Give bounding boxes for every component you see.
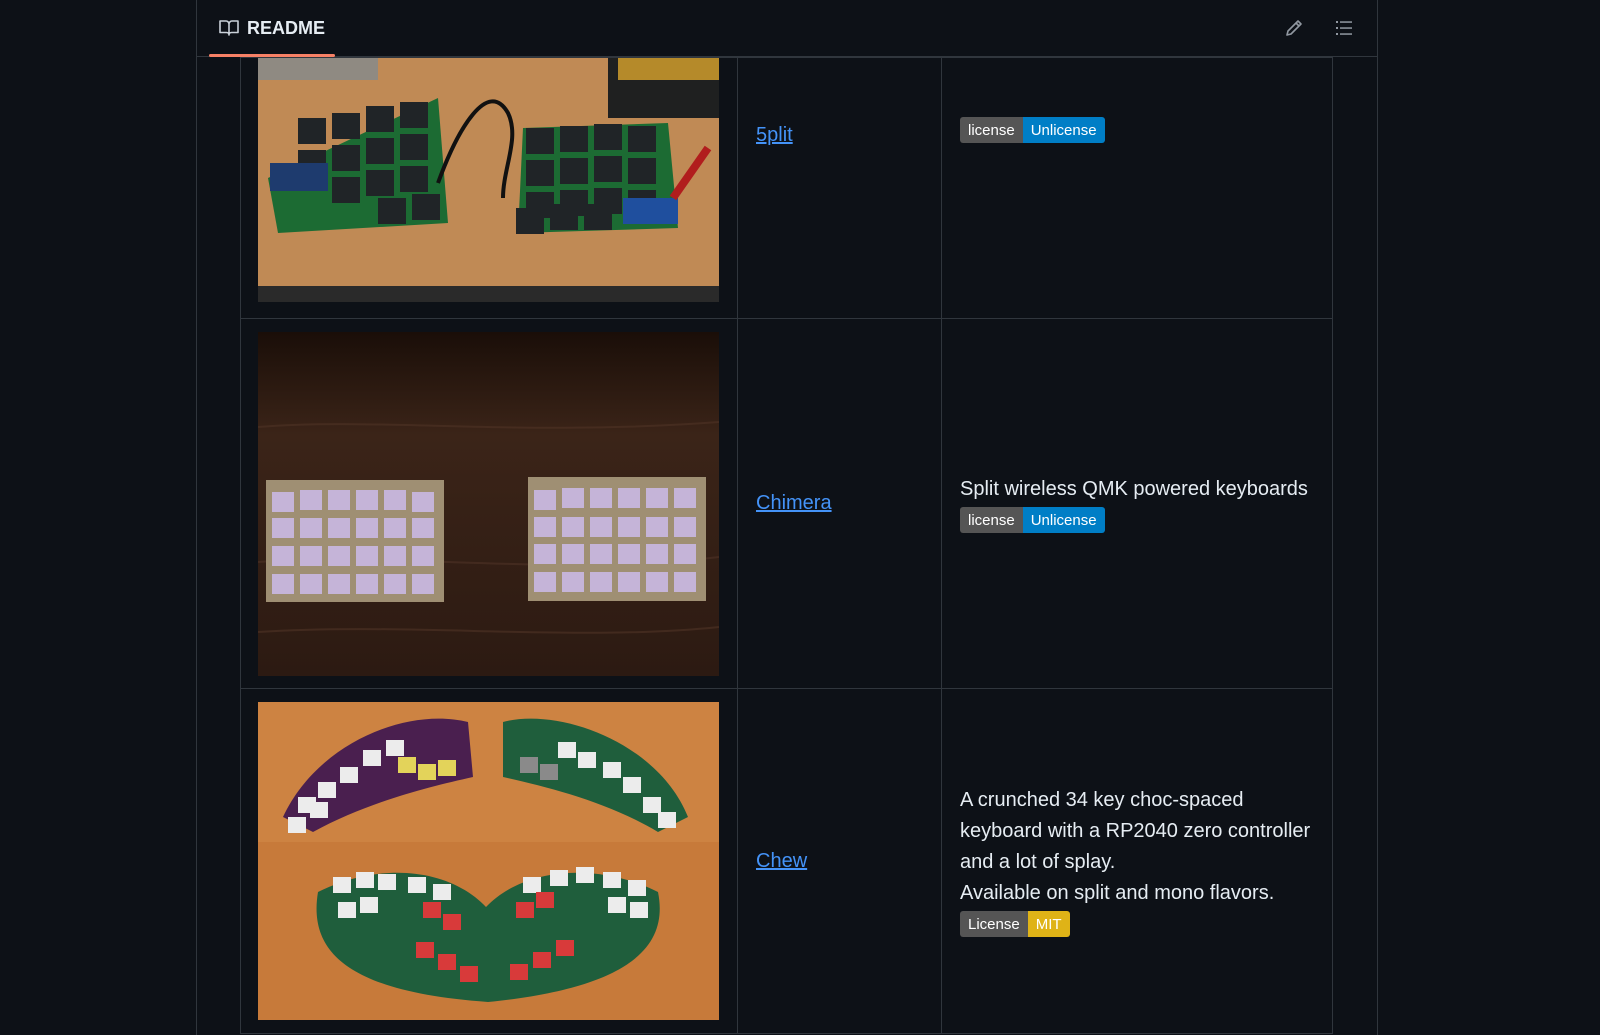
badge-value: Unlicense: [1022, 117, 1105, 143]
readme-panel: README 5plit license Unlicense Chimera S…: [196, 0, 1378, 1035]
readme-title: README: [247, 17, 326, 38]
chimera-photo[interactable]: [258, 331, 719, 676]
keyboard-table: 5plit license Unlicense Chimera Split wi…: [240, 57, 1333, 1034]
table-of-contents-button[interactable]: [1329, 13, 1359, 43]
5plit-photo[interactable]: [258, 57, 719, 302]
description-line: A crunched 34 key choc-spaced: [960, 789, 1244, 811]
license-badge[interactable]: license Unlicense: [960, 117, 1105, 143]
description-cell: Split wireless QMK powered keyboards lic…: [941, 318, 1333, 689]
badge-label: License: [960, 911, 1028, 937]
readme-tab[interactable]: README: [209, 0, 336, 57]
badge-label: license: [960, 507, 1023, 533]
name-cell: 5plit: [737, 57, 942, 319]
readme-header: README: [197, 0, 1377, 57]
name-cell: Chimera: [737, 318, 942, 689]
table-row: 5plit license Unlicense: [240, 57, 1333, 319]
book-icon: [219, 20, 239, 36]
list-icon: [1336, 21, 1352, 35]
pencil-icon: [1286, 20, 1302, 36]
project-description: Split wireless QMK powered keyboards: [960, 478, 1308, 500]
badge-label: license: [960, 117, 1023, 143]
description-cell: A crunched 34 key choc-spaced keyboard w…: [941, 688, 1333, 1034]
name-cell: Chew: [737, 688, 942, 1034]
license-badge[interactable]: License MIT: [960, 911, 1070, 937]
table-row: Chimera Split wireless QMK powered keybo…: [240, 318, 1333, 689]
badge-value: MIT: [1027, 911, 1070, 937]
description-line: keyboard with a RP2040 zero controller: [960, 820, 1311, 842]
image-cell: [240, 688, 738, 1034]
description-line: and a lot of splay.: [960, 851, 1116, 873]
project-description: A crunched 34 key choc-spaced keyboard w…: [960, 785, 1314, 909]
image-cell: [240, 318, 738, 689]
chew-photo[interactable]: [258, 702, 719, 1020]
description-line: Available on split and mono flavors.: [960, 882, 1275, 904]
project-link-chew[interactable]: Chew: [756, 850, 807, 872]
project-link-chimera[interactable]: Chimera: [756, 492, 832, 514]
project-link-5plit[interactable]: 5plit: [756, 124, 793, 147]
description-cell: license Unlicense: [941, 57, 1333, 319]
license-badge[interactable]: license Unlicense: [960, 507, 1105, 533]
edit-button[interactable]: [1279, 13, 1309, 43]
image-cell: [240, 57, 738, 319]
table-row: Chew A crunched 34 key choc-spaced keybo…: [240, 688, 1333, 1034]
badge-value: Unlicense: [1022, 507, 1105, 533]
